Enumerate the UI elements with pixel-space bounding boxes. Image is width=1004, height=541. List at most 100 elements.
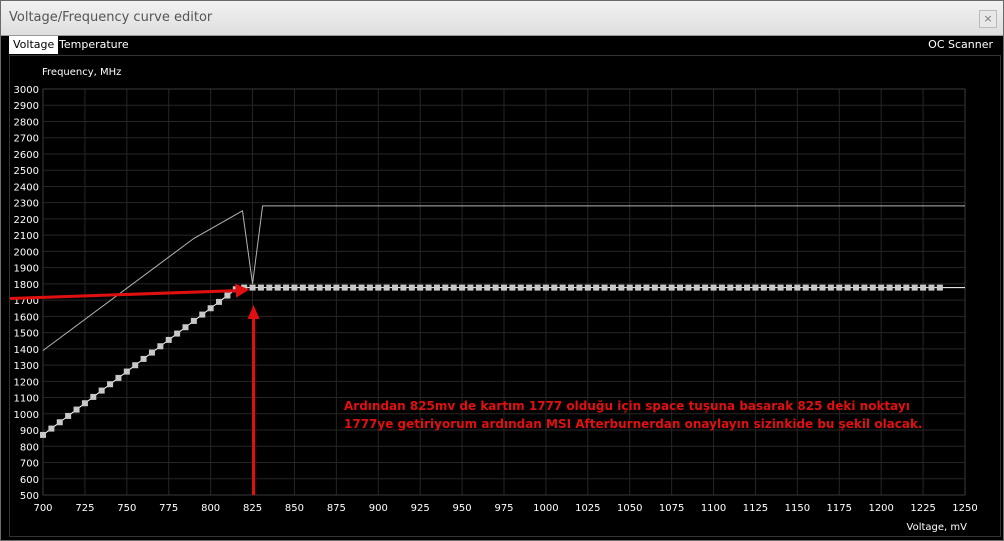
curve-point[interactable] xyxy=(433,284,440,291)
curve-point[interactable] xyxy=(894,284,901,291)
curve-point[interactable] xyxy=(861,284,868,291)
curve-point[interactable] xyxy=(735,284,742,291)
curve-point[interactable] xyxy=(903,284,910,291)
curve-point[interactable] xyxy=(207,305,214,312)
curve-point[interactable] xyxy=(459,284,466,291)
curve-point[interactable] xyxy=(785,284,792,291)
curve-point[interactable] xyxy=(148,349,155,356)
curve-point[interactable] xyxy=(576,284,583,291)
curve-point[interactable] xyxy=(484,284,491,291)
curve-point[interactable] xyxy=(869,284,876,291)
curve-point[interactable] xyxy=(392,284,399,291)
curve-point[interactable] xyxy=(777,284,784,291)
curve-point[interactable] xyxy=(584,284,591,291)
oc-scanner-button[interactable]: OC Scanner xyxy=(928,36,993,54)
curve-point[interactable] xyxy=(920,284,927,291)
curve-point[interactable] xyxy=(199,311,206,318)
curve-point[interactable] xyxy=(308,284,315,291)
chart-area[interactable]: 500 600 700 800 900 1000 1100 1200 1300 1400 1500 1… xyxy=(9,55,1001,537)
curve-point[interactable] xyxy=(450,284,457,291)
curve-point[interactable] xyxy=(425,284,432,291)
curve-point[interactable] xyxy=(299,284,306,291)
curve-point[interactable] xyxy=(475,284,482,291)
curve-point[interactable] xyxy=(844,284,851,291)
curve-point[interactable] xyxy=(492,284,499,291)
curve-point[interactable] xyxy=(811,284,818,291)
curve-point[interactable] xyxy=(216,298,223,305)
curve-point[interactable] xyxy=(400,284,407,291)
curve-point[interactable] xyxy=(551,284,558,291)
curve-point[interactable] xyxy=(73,406,80,413)
curve-point[interactable] xyxy=(375,284,382,291)
curve-point[interactable] xyxy=(526,284,533,291)
curve-point[interactable] xyxy=(752,284,759,291)
curve-point[interactable] xyxy=(182,324,189,331)
curve-point[interactable] xyxy=(333,284,340,291)
curve-point[interactable] xyxy=(190,317,197,324)
curve-point[interactable] xyxy=(744,284,751,291)
curve-point[interactable] xyxy=(341,284,348,291)
curve-point[interactable] xyxy=(324,284,331,291)
curve-point[interactable] xyxy=(358,284,365,291)
curve-point[interactable] xyxy=(517,284,524,291)
curve-point[interactable] xyxy=(677,284,684,291)
curve-point[interactable] xyxy=(291,284,298,291)
curve-point[interactable] xyxy=(668,284,675,291)
curve-point[interactable] xyxy=(635,284,642,291)
curve-point[interactable] xyxy=(56,419,63,426)
tab-voltage[interactable]: Voltage xyxy=(9,36,59,54)
curve-point[interactable] xyxy=(65,412,72,419)
curve-point[interactable] xyxy=(442,284,449,291)
curve-point[interactable] xyxy=(886,284,893,291)
curve-point[interactable] xyxy=(350,284,357,291)
curve-point[interactable] xyxy=(727,284,734,291)
curve-point[interactable] xyxy=(48,425,55,432)
curve-point[interactable] xyxy=(132,362,139,369)
tab-temperature[interactable]: Temperature xyxy=(55,36,133,54)
curve-point[interactable] xyxy=(509,284,516,291)
curve-point[interactable] xyxy=(115,374,122,381)
curve-point[interactable] xyxy=(174,330,181,337)
curve-point[interactable] xyxy=(693,284,700,291)
curve-point[interactable] xyxy=(651,284,658,291)
curve-point[interactable] xyxy=(542,284,549,291)
curve-point[interactable] xyxy=(266,284,273,291)
curve-point[interactable] xyxy=(383,284,390,291)
curve-point[interactable] xyxy=(408,284,415,291)
curve-point[interactable] xyxy=(249,284,256,291)
curve-point[interactable] xyxy=(534,284,541,291)
curve-point[interactable] xyxy=(107,381,114,388)
title-bar[interactable]: Voltage/Frequency curve editor × xyxy=(1,1,1003,36)
curve-point[interactable] xyxy=(609,284,616,291)
curve-point[interactable] xyxy=(568,284,575,291)
curve-point[interactable] xyxy=(157,343,164,350)
curve-point[interactable] xyxy=(140,355,147,362)
curve-point[interactable] xyxy=(618,284,625,291)
curve-point[interactable] xyxy=(626,284,633,291)
curve-point[interactable] xyxy=(81,400,88,407)
curve-point[interactable] xyxy=(90,393,97,400)
curve-point[interactable] xyxy=(936,284,943,291)
curve-point[interactable] xyxy=(501,284,507,291)
curve-point[interactable] xyxy=(794,284,801,291)
curve-point[interactable] xyxy=(643,284,650,291)
curve-point[interactable] xyxy=(769,284,776,291)
curve-point[interactable] xyxy=(760,284,767,291)
curve-point[interactable] xyxy=(467,284,474,291)
curve-point[interactable] xyxy=(702,284,709,291)
curve-point[interactable] xyxy=(660,284,667,291)
curve-point[interactable] xyxy=(685,284,692,291)
curve-point[interactable] xyxy=(559,284,566,291)
curve-point[interactable] xyxy=(853,284,860,291)
curve-point[interactable] xyxy=(257,284,264,291)
curve-point[interactable] xyxy=(593,284,600,291)
curve-point[interactable] xyxy=(274,284,281,291)
curve-point[interactable] xyxy=(366,284,373,291)
curve-point[interactable] xyxy=(165,336,172,343)
close-button[interactable]: × xyxy=(979,10,997,28)
curve-point[interactable] xyxy=(123,368,130,375)
curve-point[interactable] xyxy=(601,284,608,291)
curve-point[interactable] xyxy=(224,292,231,299)
curve-point[interactable] xyxy=(98,387,105,394)
curve-point[interactable] xyxy=(827,284,834,291)
